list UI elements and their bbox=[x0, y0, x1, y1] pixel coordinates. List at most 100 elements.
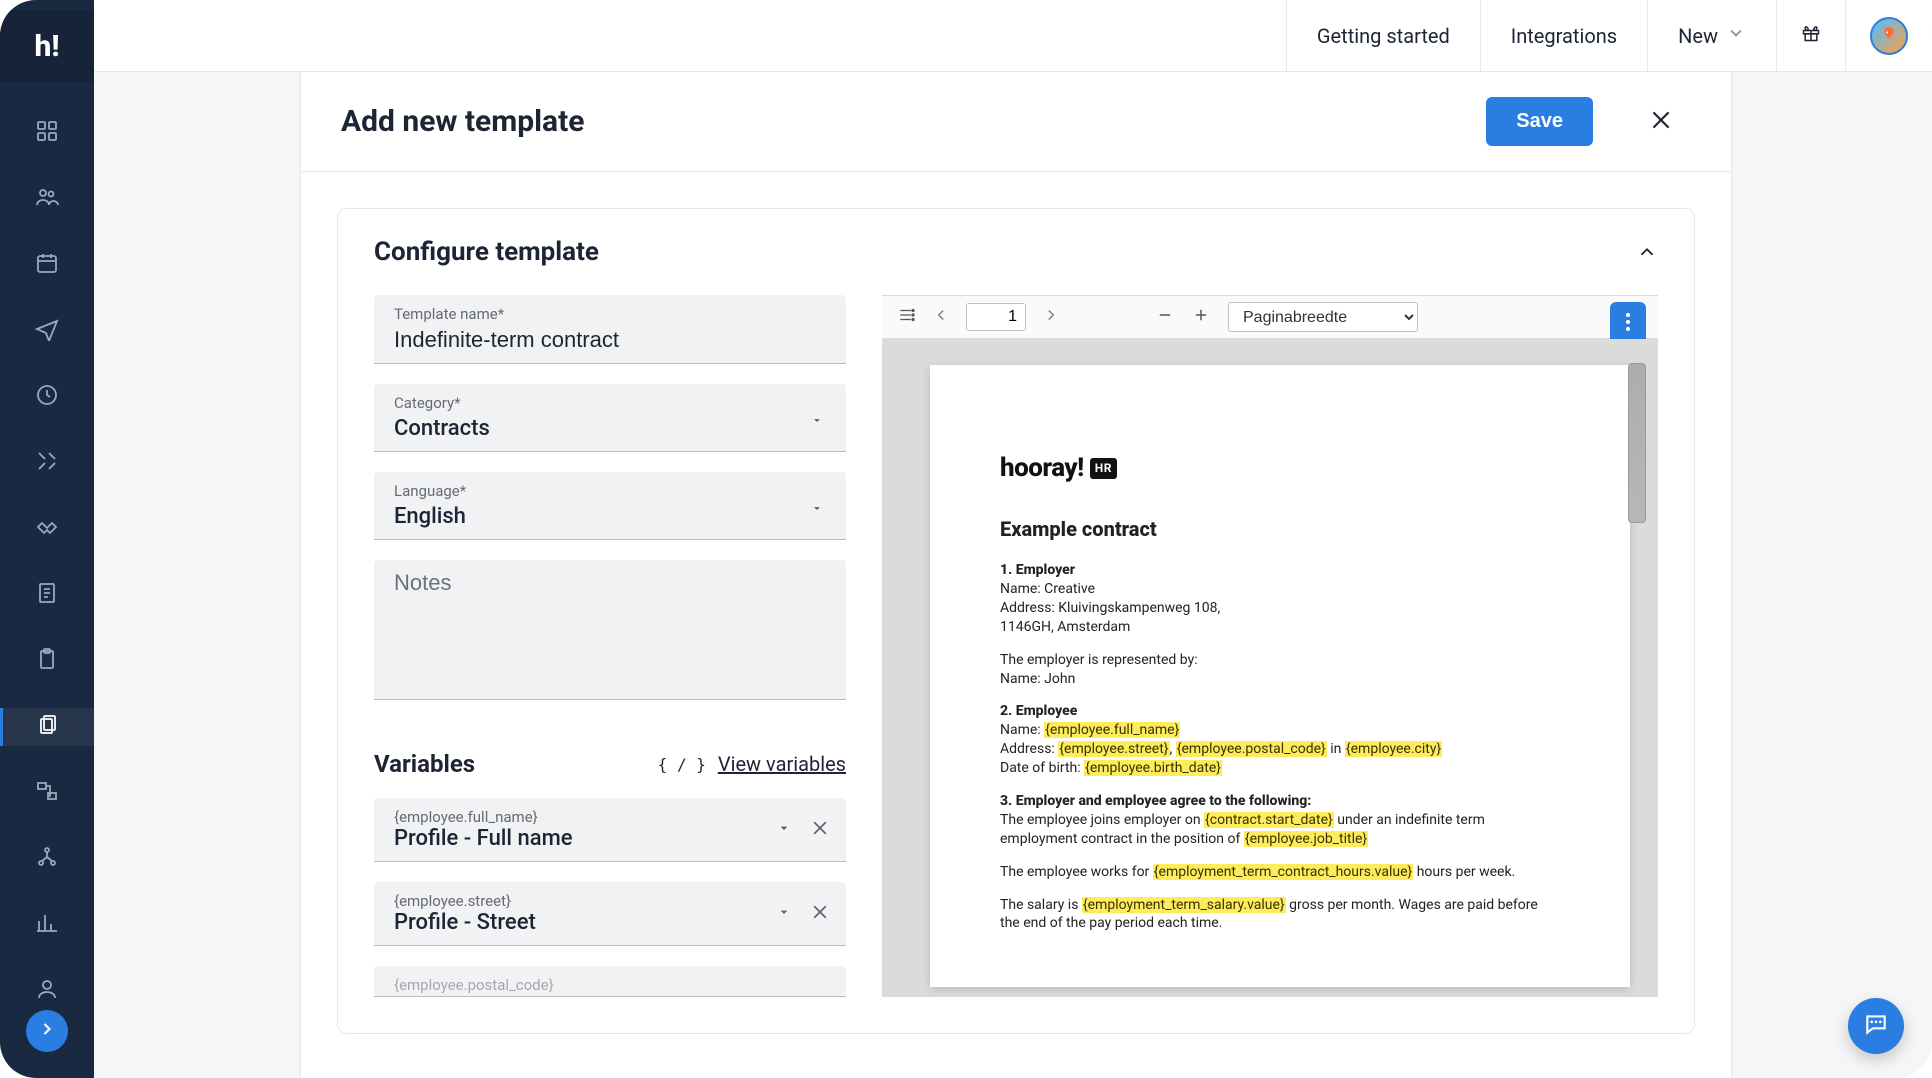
org-icon bbox=[35, 845, 59, 873]
pdf-section-1: 1. Employer Name: Creative Address: Klui… bbox=[1000, 561, 1560, 637]
pdf-next-page[interactable] bbox=[1042, 306, 1060, 328]
plane-icon bbox=[35, 317, 59, 345]
topbar: Getting started Integrations New bbox=[94, 0, 1932, 72]
topbar-gift[interactable] bbox=[1776, 0, 1845, 71]
variable-code: {employee.postal_code} bbox=[394, 976, 826, 994]
sidebar-item-flows[interactable] bbox=[0, 774, 94, 812]
sidebar-item-documents[interactable] bbox=[0, 708, 94, 746]
sidebar-item-org[interactable] bbox=[0, 840, 94, 878]
category-label: Category* bbox=[394, 394, 828, 412]
more-vertical-icon bbox=[1625, 312, 1631, 336]
chevron-right-icon bbox=[37, 1019, 57, 1043]
handshake-icon bbox=[35, 515, 59, 543]
language-label: Language* bbox=[394, 482, 828, 500]
language-value: English bbox=[394, 504, 828, 529]
document-preview: Paginabreedte bbox=[882, 295, 1658, 997]
notes-field[interactable] bbox=[374, 560, 846, 700]
tools-icon bbox=[35, 449, 59, 477]
pdf-brand-badge: HR bbox=[1090, 458, 1117, 478]
minus-icon bbox=[1156, 306, 1174, 328]
pdf-brand-text: hooray! bbox=[1000, 451, 1084, 486]
sidebar-item-tasks[interactable] bbox=[0, 642, 94, 680]
pdf-sidebar-toggle[interactable] bbox=[898, 306, 916, 328]
variable-row-partial[interactable]: {employee.postal_code} bbox=[374, 966, 846, 997]
close-button[interactable] bbox=[1639, 100, 1683, 144]
close-icon bbox=[1648, 107, 1674, 137]
chat-fab[interactable] bbox=[1848, 998, 1904, 1054]
brand-logo[interactable]: h! bbox=[0, 10, 94, 82]
variable-code: {employee.street} bbox=[394, 892, 826, 910]
sidebar-toggle-icon bbox=[898, 306, 916, 328]
sidebar-expand-button[interactable] bbox=[26, 1010, 68, 1052]
variable-mapping: Profile - Street bbox=[394, 910, 826, 935]
sidebar-item-people[interactable] bbox=[0, 180, 94, 218]
variables-title: Variables bbox=[374, 750, 475, 778]
avatar bbox=[1870, 17, 1908, 55]
chevron-down-icon bbox=[1726, 23, 1746, 48]
pdf-page-number-input[interactable] bbox=[966, 303, 1026, 331]
variable-row[interactable]: {employee.street} Profile - Street bbox=[374, 882, 846, 946]
gift-icon bbox=[1801, 23, 1821, 48]
save-button[interactable]: Save bbox=[1486, 97, 1593, 146]
pdf-zoom-select[interactable]: Paginabreedte bbox=[1228, 302, 1418, 332]
template-name-field[interactable]: Template name* bbox=[374, 295, 846, 364]
section-title: Configure template bbox=[374, 237, 599, 267]
sidebar-item-profile[interactable] bbox=[0, 972, 94, 1010]
view-variables-link[interactable]: View variables bbox=[718, 752, 846, 776]
pdf-toolbar: Paginabreedte bbox=[882, 295, 1658, 339]
braces-icon: { / } bbox=[658, 755, 706, 774]
language-field[interactable]: Language* English bbox=[374, 472, 846, 540]
documents-icon bbox=[37, 713, 61, 741]
clipboard-icon bbox=[35, 647, 59, 675]
variable-row[interactable]: {employee.full_name} Profile - Full name bbox=[374, 798, 846, 862]
chevron-up-icon[interactable] bbox=[1636, 241, 1658, 263]
calendar-icon bbox=[35, 251, 59, 279]
topbar-getting-started[interactable]: Getting started bbox=[1286, 0, 1480, 71]
remove-variable-button[interactable] bbox=[810, 902, 830, 926]
topbar-new-label: New bbox=[1678, 24, 1718, 48]
pdf-page: hooray! HR Example contract 1. Employer … bbox=[930, 365, 1630, 987]
pdf-section-3b: The employee works for {employment_term_… bbox=[1000, 863, 1560, 882]
category-field[interactable]: Category* Contracts bbox=[374, 384, 846, 452]
sidebar-item-reports[interactable] bbox=[0, 906, 94, 944]
clock-icon bbox=[35, 383, 59, 411]
pdf-section-3c: The salary is {employment_term_salary.va… bbox=[1000, 896, 1560, 934]
chart-icon bbox=[35, 911, 59, 939]
profile-icon bbox=[35, 977, 59, 1005]
sidebar-item-dashboard[interactable] bbox=[0, 114, 94, 152]
sidebar-item-calendar[interactable] bbox=[0, 246, 94, 284]
sidebar: h! bbox=[0, 0, 94, 1078]
page-title: Add new template bbox=[341, 104, 584, 139]
sidebar-item-tools[interactable] bbox=[0, 444, 94, 482]
topbar-new-dropdown[interactable]: New bbox=[1647, 0, 1776, 71]
sidebar-item-time[interactable] bbox=[0, 378, 94, 416]
remove-variable-button[interactable] bbox=[810, 818, 830, 842]
pdf-heading: Example contract bbox=[1000, 516, 1560, 543]
chevron-left-icon bbox=[932, 306, 950, 328]
dropdown-icon bbox=[810, 500, 824, 519]
pdf-prev-page[interactable] bbox=[932, 306, 950, 328]
notes-input[interactable] bbox=[394, 570, 828, 596]
flows-icon bbox=[35, 779, 59, 807]
topbar-integrations[interactable]: Integrations bbox=[1480, 0, 1647, 71]
sidebar-item-leave[interactable] bbox=[0, 312, 94, 350]
scrollbar-thumb[interactable] bbox=[1628, 363, 1646, 523]
pdf-zoom-in[interactable] bbox=[1192, 306, 1210, 328]
sidebar-item-expenses[interactable] bbox=[0, 576, 94, 614]
dropdown-icon[interactable] bbox=[776, 904, 792, 924]
receipt-icon bbox=[35, 581, 59, 609]
grid-icon bbox=[35, 119, 59, 147]
variable-code: {employee.full_name} bbox=[394, 808, 826, 826]
chevron-right-icon bbox=[1042, 306, 1060, 328]
people-icon bbox=[35, 185, 59, 213]
sidebar-item-handshake[interactable] bbox=[0, 510, 94, 548]
template-name-input[interactable] bbox=[394, 327, 828, 353]
pdf-zoom-out[interactable] bbox=[1156, 306, 1174, 328]
category-value: Contracts bbox=[394, 416, 828, 441]
plus-icon bbox=[1192, 306, 1210, 328]
dropdown-icon[interactable] bbox=[776, 820, 792, 840]
topbar-avatar[interactable] bbox=[1845, 0, 1932, 71]
pdf-brand: hooray! HR bbox=[1000, 451, 1560, 486]
pdf-canvas[interactable]: hooray! HR Example contract 1. Employer … bbox=[882, 339, 1658, 997]
dropdown-icon bbox=[810, 412, 824, 431]
